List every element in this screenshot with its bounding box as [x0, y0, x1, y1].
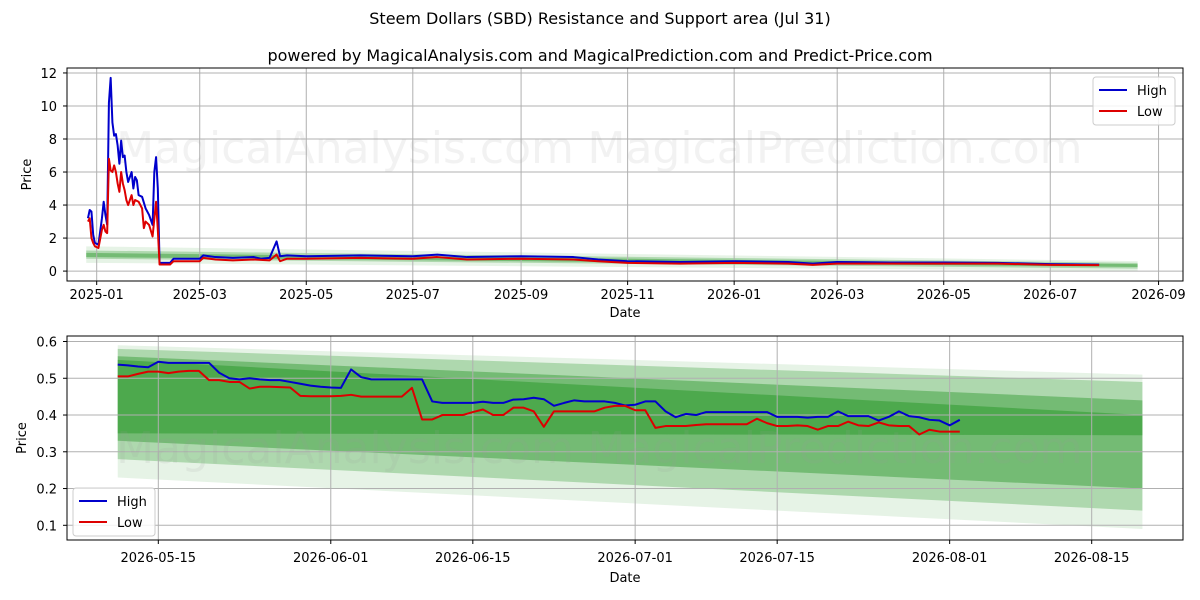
chart-2: 2026-05-15 2026-06-01 2026-06-15 2026-07-01… — [15, 335, 1184, 586]
x-tick-label: 2026-03 — [810, 288, 864, 303]
y-tick-label: 0.1 — [36, 519, 57, 534]
x-tick-label: 2025-11 — [600, 288, 654, 303]
x-tick-label: 2025-01 — [70, 288, 124, 303]
x-tick-label: 2026-09 — [1131, 288, 1185, 303]
y-tick-label: 8 — [49, 133, 57, 148]
legend-label-high: High — [117, 495, 147, 510]
x-tick-label: 2026-07 — [1023, 288, 1077, 303]
y-tick-label: 0.6 — [36, 336, 57, 351]
x-tick-label: 2026-07-01 — [597, 551, 673, 566]
legend: High Low — [1092, 76, 1176, 126]
y-tick-label: 4 — [49, 199, 57, 214]
x-axis-label: Date — [609, 306, 640, 321]
y-tick-label: 0 — [49, 265, 57, 280]
y-tick-label: 6 — [49, 166, 57, 181]
watermark: MagicalPrediction.com — [588, 123, 1083, 174]
x-tick-label: 2026-01 — [707, 288, 761, 303]
x-tick-label: 2025-09 — [494, 288, 548, 303]
y-tick-label: 0.5 — [36, 372, 57, 387]
x-tick-label: 2026-08-15 — [1054, 551, 1130, 566]
x-tick-label: 2026-08-01 — [912, 551, 988, 566]
x-tick-label: 2026-07-15 — [739, 551, 815, 566]
x-tick-label: 2026-05 — [917, 288, 971, 303]
legend-label-high: High — [1137, 84, 1167, 99]
y-tick-label: 12 — [40, 67, 57, 82]
y-axis-label: Price — [15, 422, 30, 454]
x-axis-label: Date — [609, 571, 640, 586]
x-tick-label: 2025-05 — [279, 288, 333, 303]
y-tick-label: 0.4 — [36, 409, 57, 424]
x-tick-label: 2025-03 — [173, 288, 227, 303]
legend: High Low — [72, 487, 156, 537]
y-axis-label: Price — [20, 159, 35, 191]
watermark: MagicalPrediction.com — [588, 423, 1083, 474]
y-tick-label: 2 — [49, 232, 57, 247]
chart-canvas: 2025-01 2025-03 2025-05 2025-07 2025-09 2025-… — [15, 67, 1186, 586]
x-tick-label: 2026-06-01 — [293, 551, 369, 566]
legend-label-low: Low — [117, 516, 143, 531]
legend-label-low: Low — [1137, 105, 1163, 120]
y-tick-label: 10 — [40, 100, 57, 115]
x-tick-label: 2025-07 — [386, 288, 440, 303]
y-tick-label: 0.2 — [36, 483, 57, 498]
watermark: MagicalAnalysis.com — [116, 423, 574, 474]
watermark: MagicalAnalysis.com — [116, 123, 574, 174]
x-tick-label: 2026-05-15 — [121, 551, 197, 566]
chart-1: 2025-01 2025-03 2025-05 2025-07 2025-09 2025-… — [20, 67, 1186, 321]
y-tick-label: 0.3 — [36, 446, 57, 461]
x-tick-label: 2026-06-15 — [435, 551, 511, 566]
